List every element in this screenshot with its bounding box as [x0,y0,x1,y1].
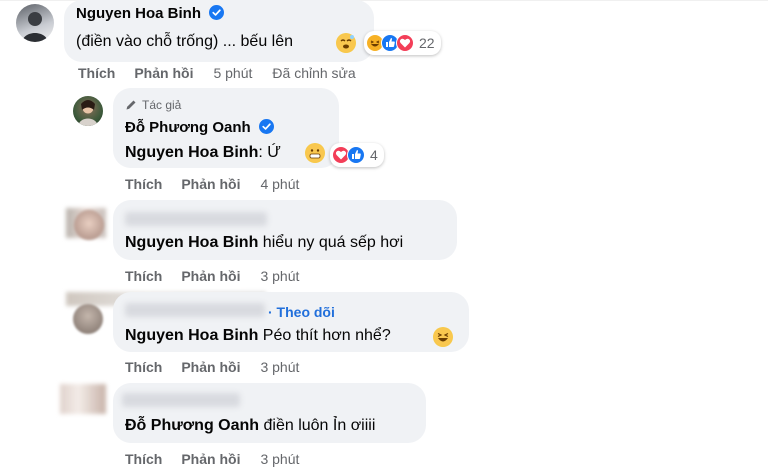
comment-timestamp[interactable]: 5 phút [213,65,252,81]
mention-link[interactable]: Nguyen Hoa Binh [125,327,258,344]
mention-link[interactable]: Nguyen Hoa Binh [125,234,258,251]
redacted-author-name [125,212,267,226]
laughing-emoji-icon [433,327,453,347]
reply-action-link[interactable]: Phản hồi [181,359,240,375]
like-action-link[interactable]: Thích [125,176,162,192]
edited-label[interactable]: Đã chỉnh sửa [272,65,355,81]
grimace-emoji-icon [305,143,325,163]
avatar[interactable] [60,384,106,414]
comment-text: Nguyen Hoa Binh Péo thít hơn nhể? [125,327,391,345]
comment-text: Nguyen Hoa Binh hiểu ny quá sếp hơi [125,234,403,252]
redacted-author-name [122,393,240,407]
mention-link[interactable]: Nguyen Hoa Binh [125,144,258,161]
comment-author[interactable]: Nguyen Hoa Binh [76,5,225,22]
avatar-photo [74,210,104,240]
reply-action-link[interactable]: Phản hồi [181,451,240,467]
reply-action-link[interactable]: Phản hồi [181,268,240,284]
mention-link[interactable]: Đỗ Phương Oanh [125,417,259,434]
reply-action-link[interactable]: Phản hồi [134,65,193,81]
comment-author[interactable]: Đỗ Phương Oanh [125,119,274,136]
reaction-summary[interactable]: 22 [364,31,441,55]
comment-actions: Thích Phản hồi 3 phút [125,268,299,284]
author-name[interactable]: Nguyen Hoa Binh [76,5,201,22]
hot-face-emoji-icon [336,33,356,53]
comment-text: (điền vào chỗ trống) ... bếu lên [76,33,294,50]
love-reaction-icon [396,34,414,52]
avatar[interactable] [73,304,103,334]
avatar[interactable] [73,96,103,126]
reply-action-link[interactable]: Phản hồi [181,176,240,192]
person-photo-icon [78,100,98,126]
comment-timestamp[interactable]: 3 phút [260,268,299,284]
verified-badge-icon [258,119,274,134]
like-action-link[interactable]: Thích [125,451,162,467]
comment-text: Nguyen Hoa Binh: Ứ [125,144,281,162]
reaction-count: 22 [419,35,435,51]
reaction-count: 4 [370,147,378,163]
comment-actions: Thích Phản hồi 3 phút [125,451,299,467]
author-badge: Tác giả [125,98,181,112]
like-action-link[interactable]: Thích [125,359,162,375]
like-action-link[interactable]: Thích [78,65,115,81]
verified-badge-icon [209,5,225,20]
follow-link[interactable]: · Theo dõi [268,304,335,320]
reaction-summary[interactable]: 4 [330,143,384,167]
comment-actions: Thích Phản hồi 4 phút [125,176,299,192]
like-reaction-icon [347,146,365,164]
comment-actions: Thích Phản hồi 5 phút Đã chỉnh sửa [78,65,356,81]
pencil-icon [126,100,136,110]
comment-body: điền luôn Ỉn ơiiii [259,417,376,434]
author-name[interactable]: Đỗ Phương Oanh [125,119,251,136]
comment-body: : Ứ [258,144,281,161]
comment-timestamp[interactable]: 3 phút [260,359,299,375]
person-silhouette-icon [22,12,48,42]
like-action-link[interactable]: Thích [125,268,162,284]
comment-text: Đỗ Phương Oanh điền luôn Ỉn ơiiii [125,417,375,435]
comment-body: Péo thít hơn nhể? [258,327,391,344]
comment-timestamp[interactable]: 4 phút [260,176,299,192]
comment-actions: Thích Phản hồi 3 phút [125,359,299,375]
redacted-author-name [125,303,265,317]
author-badge-label: Tác giả [142,98,182,112]
comment-body: hiểu ny quá sếp hơi [258,234,404,251]
comment-timestamp[interactable]: 3 phút [260,451,299,467]
avatar[interactable] [16,4,54,42]
